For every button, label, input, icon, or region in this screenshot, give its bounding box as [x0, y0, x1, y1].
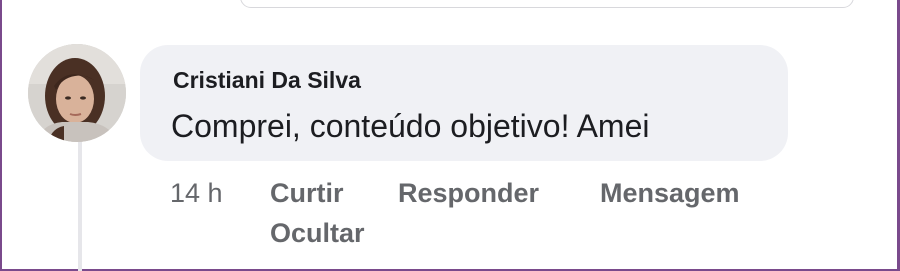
author-avatar[interactable] [28, 44, 126, 142]
like-button[interactable]: Curtir [270, 178, 344, 209]
message-button[interactable]: Mensagem [600, 178, 740, 209]
comment-text: Comprei, conteúdo objetivo! Amei [171, 108, 650, 144]
comment-bubble: Cristiani Da Silva Comprei, conteúdo obj… [140, 45, 788, 161]
comment-timestamp[interactable]: 14 h [170, 178, 223, 209]
avatar-photo-icon [28, 44, 126, 142]
reply-thread-line [78, 140, 82, 271]
comment-author-name[interactable]: Cristiani Da Silva [173, 67, 361, 94]
reply-button[interactable]: Responder [398, 178, 539, 209]
window-frame-left [0, 0, 2, 271]
hide-button[interactable]: Ocultar [270, 218, 365, 249]
previous-comment-bubble-edge [240, 0, 854, 8]
